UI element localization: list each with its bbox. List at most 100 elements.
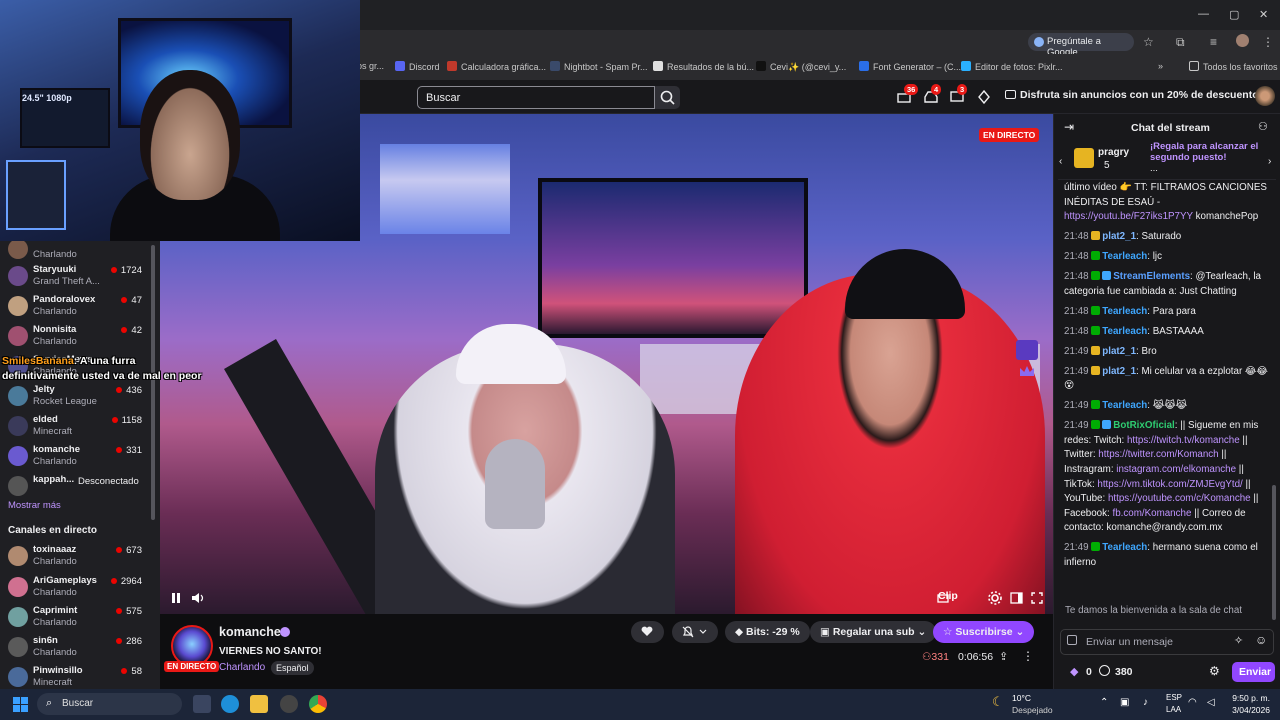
media-icon[interactable]: ≡ — [1210, 35, 1217, 49]
bits-button[interactable]: ◆ Bits: -29 % — [725, 621, 810, 643]
gift-sub-button[interactable]: ▣ Regalar una sub ⌄ — [810, 621, 937, 643]
more-options-icon[interactable]: ⋮ — [1022, 649, 1034, 663]
minimize-icon[interactable]: — — [1198, 8, 1209, 20]
extensions-icon[interactable]: ⧉ — [1176, 35, 1185, 50]
sidebar-channel[interactable]: Jelty Rocket League 436 — [0, 382, 160, 412]
taskbar-clock[interactable]: 9:50 p. m. — [1232, 693, 1270, 703]
sidebar-channel[interactable]: komanche Charlando 331 — [0, 442, 160, 472]
bookmark-item[interactable]: Cevi✨ (@cevi_y... — [756, 61, 846, 73]
chat-username[interactable]: Tearleach — [1102, 251, 1147, 262]
chat-link[interactable]: https://youtube.com/c/Komanche — [1108, 493, 1251, 504]
emote-icon[interactable]: ☺ — [1255, 633, 1267, 647]
settings-gear-icon[interactable] — [988, 591, 1002, 605]
bookmark-item[interactable]: Discord — [395, 61, 440, 72]
chat-link[interactable]: https://vm.tiktok.com/ZMJEvgYtd/ — [1097, 479, 1242, 490]
app-icon[interactable] — [280, 695, 298, 713]
stream-category-link[interactable]: Charlando — [219, 662, 265, 673]
notifications-toggle[interactable] — [672, 621, 718, 643]
microphone-icon[interactable]: ♪ — [1143, 697, 1148, 708]
theatre-mode-icon[interactable] — [1010, 592, 1023, 604]
weather-temp[interactable]: 10°C — [1012, 693, 1031, 703]
bits-count[interactable]: 0 — [1086, 666, 1092, 678]
search-input[interactable]: Buscar — [417, 86, 655, 109]
channel-points-icon[interactable] — [1099, 665, 1110, 676]
chat-username[interactable]: Tearleach — [1102, 326, 1147, 337]
subscribe-button[interactable]: ☆ Suscribirse ⌄ — [933, 621, 1035, 643]
fullscreen-icon[interactable] — [1031, 592, 1043, 604]
channel-points[interactable]: 380 — [1115, 666, 1133, 678]
sidebar-channel[interactable]: elded Minecraft 1158 — [0, 412, 160, 442]
chat-username[interactable]: plat2_1 — [1102, 366, 1136, 377]
share-icon[interactable]: ⇪ — [999, 650, 1008, 663]
show-more-link[interactable]: Mostrar más — [8, 500, 61, 511]
windows-start-icon[interactable] — [13, 697, 28, 712]
channel-name[interactable]: komanche — [219, 625, 281, 639]
sidebar-channel[interactable]: sin6n Charlando 286 — [0, 633, 160, 663]
sidebar-channel[interactable]: toxinaaaz Charlando 673 — [0, 542, 160, 572]
follow-button[interactable] — [631, 621, 664, 643]
chat-identity-icon[interactable] — [1067, 635, 1077, 645]
volume-icon[interactable] — [191, 592, 205, 604]
sidebar-channel[interactable]: Caprimint Charlando 575 — [0, 603, 160, 633]
bookmark-item[interactable]: Resultados de la bú... — [653, 61, 754, 72]
chat-username[interactable]: StreamElements — [1113, 271, 1190, 282]
close-icon[interactable]: ✕ — [1259, 8, 1268, 21]
community-icon[interactable]: ⚇ — [1258, 120, 1268, 133]
taskbar-search[interactable]: Buscar — [37, 693, 182, 715]
chat-link[interactable]: instagram.com/elkomanche — [1116, 464, 1236, 475]
tray-app-icon[interactable]: ▣ — [1120, 697, 1129, 708]
maximize-icon[interactable]: ▢ — [1229, 8, 1239, 21]
prime-loot-button[interactable]: 36 — [897, 84, 919, 104]
chat-link[interactable]: https://twitch.tv/komanche — [1127, 435, 1240, 446]
weather-condition[interactable]: Despejado — [1012, 705, 1053, 715]
sidebar-channel[interactable]: Pandoralovex Charlando 47 — [0, 292, 160, 322]
bits-button[interactable] — [977, 90, 991, 104]
inbox-button[interactable]: 4 — [924, 84, 942, 104]
bookmarks-overflow-icon[interactable]: » — [1158, 61, 1163, 71]
speaker-icon[interactable]: ◁ — [1207, 697, 1215, 708]
chat-username[interactable]: plat2_1 — [1102, 231, 1136, 242]
chat-link[interactable]: https://twitter.com/Komanch — [1098, 449, 1218, 460]
task-view-icon[interactable] — [193, 695, 211, 713]
user-avatar[interactable] — [1255, 86, 1275, 106]
chat-send-button[interactable]: Enviar — [1232, 662, 1275, 682]
video-extensions[interactable] — [1016, 340, 1038, 388]
clip-button[interactable]: Clip — [938, 590, 958, 602]
collapse-chat-icon[interactable]: ⇥ — [1064, 120, 1074, 134]
bookmark-star-icon[interactable]: ☆ — [1143, 35, 1154, 49]
sidebar-channel[interactable]: Nonnisita Charlando 42 — [0, 322, 160, 352]
bookmark-item[interactable]: Nightbot - Spam Pr... — [550, 61, 648, 72]
bookmark-item[interactable]: Calculadora gráfica... — [447, 61, 546, 72]
ask-google-button[interactable]: Pregúntale a Google — [1028, 33, 1134, 58]
extension-icon[interactable] — [1016, 340, 1038, 360]
chat-settings-gear-icon[interactable]: ⚙ — [1209, 664, 1220, 678]
chat-username[interactable]: Tearleach — [1102, 306, 1147, 317]
chat-scrollbar[interactable] — [1272, 485, 1276, 620]
chat-username[interactable]: plat2_1 — [1102, 346, 1136, 357]
menu-dots-icon[interactable]: ⋮ — [1262, 35, 1274, 49]
language-tag[interactable]: Español — [271, 661, 314, 675]
chrome-icon[interactable] — [309, 695, 327, 713]
input-language[interactable]: ESP — [1166, 693, 1182, 702]
sidebar-channel[interactable]: Pinwinsillo Minecraft 58 — [0, 663, 160, 689]
search-button[interactable] — [655, 86, 680, 109]
crown-icon[interactable] — [1020, 366, 1034, 376]
chat-username[interactable]: BotRixOficial — [1113, 420, 1175, 431]
cheer-icon[interactable]: ✧ — [1234, 634, 1243, 647]
all-favorites[interactable]: Todos los favoritos — [1189, 61, 1278, 72]
sidebar-channel-offline[interactable]: kappah... Desconectado — [0, 472, 160, 502]
edge-icon[interactable] — [221, 695, 239, 713]
chat-link[interactable]: https://youtu.be/F27iks1P7YY — [1064, 211, 1193, 222]
chevron-right-icon[interactable]: › — [1268, 156, 1271, 167]
tray-chevron-icon[interactable]: ⌃ — [1100, 697, 1108, 708]
chat-username[interactable]: Tearleach — [1102, 542, 1147, 553]
chat-username[interactable]: Tearleach — [1102, 400, 1147, 411]
input-layout[interactable]: LAA — [1166, 705, 1181, 714]
file-explorer-icon[interactable] — [250, 695, 268, 713]
wifi-icon[interactable]: ◠ — [1188, 697, 1197, 708]
pause-icon[interactable] — [170, 592, 182, 604]
bookmark-item[interactable]: os gr... — [357, 61, 384, 71]
bookmark-item[interactable]: Editor de fotos: Pixlr... — [961, 61, 1063, 72]
sidebar-channel[interactable]: AriGameplays Charlando 2964 — [0, 573, 160, 603]
whispers-button[interactable]: 3 — [950, 84, 968, 104]
